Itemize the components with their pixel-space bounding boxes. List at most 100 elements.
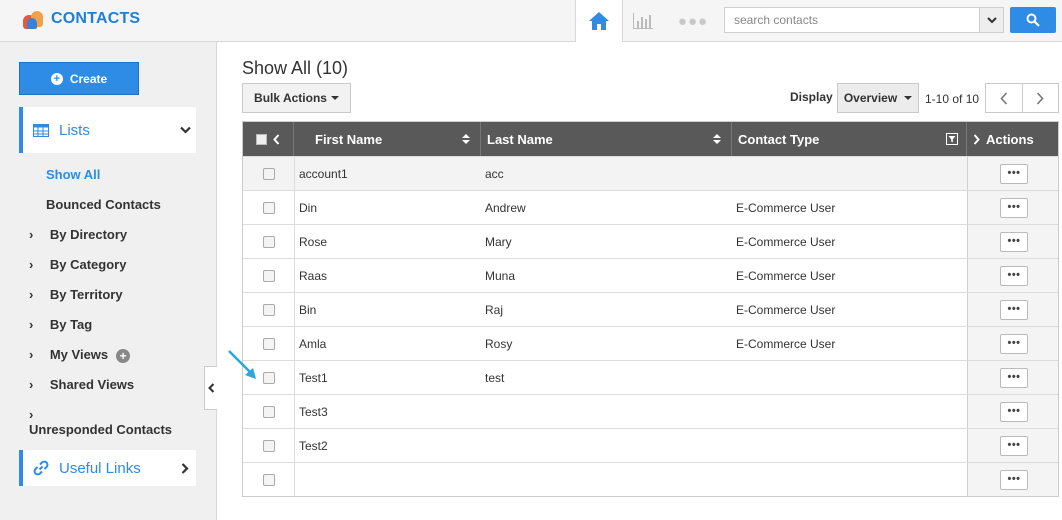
row-checkbox[interactable] (262, 303, 275, 316)
last-name-cell: Muna (485, 268, 516, 283)
filter-icon[interactable] (946, 133, 958, 145)
row-select-cell (243, 463, 294, 496)
search-button[interactable] (1010, 7, 1056, 33)
lists-panel-header[interactable]: Lists (19, 107, 196, 153)
top-bar: CONTACTS ●●● (0, 0, 1062, 42)
next-page-button[interactable] (1021, 84, 1059, 112)
actions-cell: ••• (967, 395, 1058, 428)
row-checkbox[interactable] (262, 235, 275, 248)
row-checkbox[interactable] (262, 473, 275, 486)
first-name-cell[interactable]: Test3 (299, 395, 328, 428)
row-actions-button[interactable]: ••• (1000, 265, 1028, 286)
app-title: CONTACTS (51, 10, 141, 27)
first-name-cell[interactable]: Test1 (299, 361, 328, 394)
last-name-cell: Raj (485, 302, 504, 317)
table-row[interactable]: Bin Raj E-Commerce User ••• (243, 292, 1058, 326)
row-select-cell (243, 157, 294, 190)
table-row[interactable]: ••• (243, 462, 1058, 496)
sidebar-collapse-toggle[interactable] (204, 366, 217, 410)
column-label: Last Name (487, 131, 553, 147)
previous-page-button[interactable] (986, 84, 1022, 112)
row-checkbox[interactable] (262, 201, 275, 214)
column-header-first-name[interactable]: First Name (294, 122, 481, 156)
table-row[interactable]: Amla Rosy E-Commerce User ••• (243, 326, 1058, 360)
row-actions-button[interactable]: ••• (1000, 469, 1028, 490)
search-icon (1026, 13, 1040, 27)
select-all-checkbox[interactable] (256, 133, 267, 145)
pagination-range: 1-10 of 10 (925, 92, 980, 106)
first-name-cell[interactable]: Amla (299, 327, 326, 360)
first-name-cell[interactable]: Bin (299, 293, 316, 326)
useful-links-label: Useful Links (59, 459, 141, 477)
actions-cell: ••• (967, 157, 1058, 190)
home-icon (589, 12, 609, 30)
row-checkbox[interactable] (262, 269, 275, 282)
table-row[interactable]: Test1 test ••• (243, 360, 1058, 394)
table-row[interactable]: Raas Muna E-Commerce User ••• (243, 258, 1058, 292)
row-select-cell (243, 191, 294, 224)
row-actions-button[interactable]: ••• (1000, 299, 1028, 320)
useful-links-panel-header[interactable]: Useful Links (19, 450, 196, 486)
table-row[interactable]: Test3 ••• (243, 394, 1058, 428)
pointer-arrow-annotation (228, 350, 256, 379)
actions-cell: ••• (967, 191, 1058, 224)
row-checkbox[interactable] (262, 167, 275, 180)
first-name-cell[interactable]: Rose (299, 225, 327, 258)
first-name-cell[interactable]: Raas (299, 259, 327, 292)
caret-down-icon (330, 96, 339, 100)
sidebar-item-shared-views[interactable]: › Shared Views (29, 377, 134, 392)
chevron-right-icon: › (29, 287, 34, 302)
add-view-icon[interactable]: + (116, 348, 131, 363)
brand[interactable]: CONTACTS (22, 8, 140, 30)
table-row[interactable]: Din Andrew E-Commerce User ••• (243, 190, 1058, 224)
row-checkbox[interactable] (262, 371, 275, 384)
chevron-left-icon[interactable] (273, 133, 280, 145)
actions-cell: ••• (967, 361, 1058, 394)
row-checkbox[interactable] (262, 405, 275, 418)
row-checkbox[interactable] (262, 337, 275, 350)
link-icon (33, 460, 49, 476)
row-actions-button[interactable]: ••• (1000, 435, 1028, 456)
column-header-contact-type[interactable]: Contact Type (732, 122, 967, 156)
ellipsis-icon: ●●● (677, 12, 709, 30)
column-header-last-name[interactable]: Last Name (481, 122, 732, 156)
row-actions-button[interactable]: ••• (1000, 163, 1028, 184)
table-row[interactable]: Rose Mary E-Commerce User ••• (243, 224, 1058, 258)
first-name-cell[interactable]: Din (299, 191, 317, 224)
row-actions-button[interactable]: ••• (1000, 367, 1028, 388)
table-row[interactable]: account1 acc ••• (243, 156, 1058, 190)
row-actions-button[interactable]: ••• (1000, 197, 1028, 218)
sidebar-item-unresponded-contacts[interactable]: › Unresponded Contacts (29, 407, 172, 437)
sidebar-item-by-tag[interactable]: › By Tag (29, 317, 92, 332)
search-dropdown-button[interactable] (979, 8, 1003, 32)
search-input[interactable] (725, 8, 979, 32)
home-button[interactable] (575, 0, 623, 42)
first-name-cell[interactable]: Test2 (299, 429, 328, 462)
actions-cell: ••• (967, 293, 1058, 326)
sidebar-item-label: My Views (49, 347, 109, 362)
table-row[interactable]: Test2 ••• (243, 428, 1058, 462)
create-button[interactable]: + Create (19, 62, 139, 95)
row-actions-button[interactable]: ••• (1000, 401, 1028, 422)
sidebar-item-show-all[interactable]: Show All (46, 167, 100, 182)
sidebar-item-bounced-contacts[interactable]: Bounced Contacts (46, 197, 161, 212)
display-mode-select[interactable]: Overview (837, 83, 919, 113)
row-actions-button[interactable]: ••• (1000, 231, 1028, 252)
row-select-cell (243, 293, 294, 326)
sidebar-item-by-category[interactable]: › By Category (29, 257, 126, 272)
row-actions-button[interactable]: ••• (1000, 333, 1028, 354)
bulk-actions-button[interactable]: Bulk Actions (242, 83, 351, 113)
actions-cell: ••• (967, 225, 1058, 258)
sidebar-item-by-directory[interactable]: › By Directory (29, 227, 127, 242)
sidebar-item-my-views[interactable]: › My Views + (29, 347, 131, 363)
more-menu-button[interactable]: ●●● (672, 0, 714, 42)
row-checkbox[interactable] (262, 439, 275, 452)
chevron-right-icon: › (29, 347, 34, 362)
first-name-cell[interactable]: account1 (299, 157, 348, 190)
create-label: Create (69, 71, 108, 86)
sidebar-item-by-territory[interactable]: › By Territory (29, 287, 123, 302)
chevron-right-icon[interactable] (973, 133, 980, 145)
chevron-down-icon (986, 16, 997, 23)
last-name-cell: Mary (485, 234, 512, 249)
reports-button[interactable] (623, 0, 663, 42)
